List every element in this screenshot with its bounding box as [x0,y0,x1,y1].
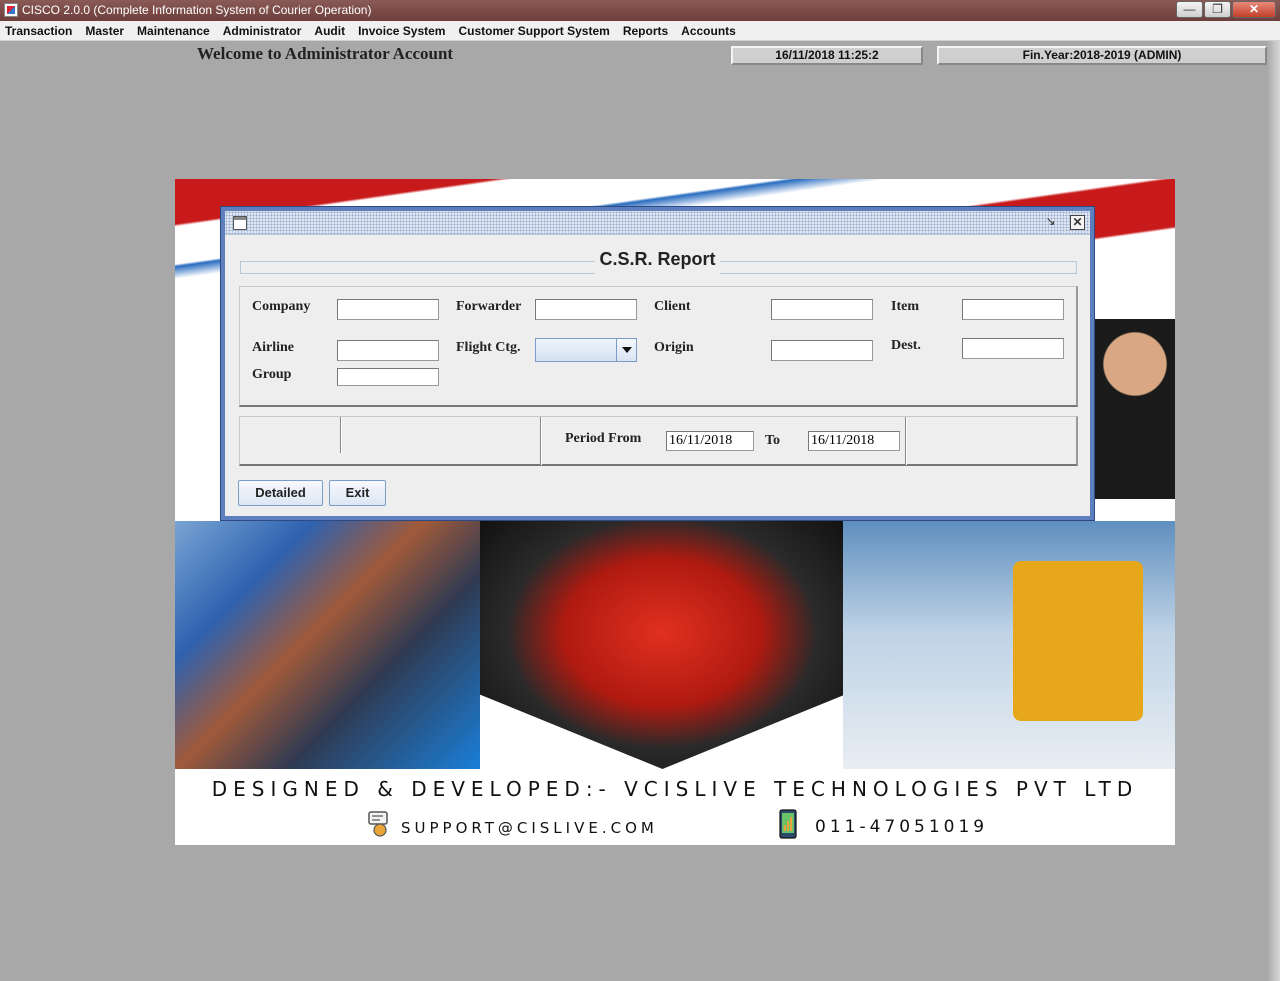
warehouse-image [843,521,1175,769]
airline-label: Airline [252,340,294,355]
port-image [175,521,480,769]
menu-administrator[interactable]: Administrator [223,24,302,38]
scrollbar-strip [1267,41,1280,981]
menu-maintenance[interactable]: Maintenance [137,24,210,38]
company-field[interactable] [337,299,439,320]
close-button[interactable]: ✕ [1232,1,1276,18]
period-divider [340,417,342,453]
fin-year-display: Fin.Year:2018-2019 (ADMIN) [937,46,1267,65]
period-from-label: Period From [565,431,642,446]
chevron-down-icon[interactable] [616,339,636,361]
item-field[interactable] [962,299,1064,320]
minimize-button[interactable]: — [1176,1,1203,18]
filter-panel: Company Forwarder Client Item Airline Fl… [239,286,1078,407]
dialog-title-bar[interactable]: ↘ ✕ [225,211,1090,235]
item-label: Item [891,299,919,314]
forklift-image [1013,561,1143,721]
developer-credit: DESIGNED & DEVELOPED:- VCISLIVE TECHNOLO… [211,777,1139,801]
menu-invoice-system[interactable]: Invoice System [358,24,445,38]
window-title-bar: CISCO 2.0.0 (Complete Information System… [0,0,1280,21]
exit-button[interactable]: Exit [329,480,386,506]
airline-field[interactable] [337,340,439,361]
maximize-button[interactable]: ❐ [1204,1,1231,18]
window-title: CISCO 2.0.0 (Complete Information System… [22,3,372,17]
detailed-button[interactable]: Detailed [238,480,323,506]
menu-reports[interactable]: Reports [623,24,668,38]
email-icon [368,811,388,837]
dialog-close-icon[interactable]: ✕ [1070,215,1085,230]
close-icon: ✕ [1248,2,1260,16]
forwarder-label: Forwarder [456,299,522,314]
report-title: C.S.R. Report [599,249,716,269]
origin-label: Origin [654,340,694,355]
app-icon [4,3,18,17]
support-phone: 011-47051019 [815,817,989,837]
menu-accounts[interactable]: Accounts [681,24,736,38]
courier-person-image [1095,319,1175,499]
menu-customer-support-system[interactable]: Customer Support System [458,24,609,38]
menu-master[interactable]: Master [85,24,124,38]
to-label: To [765,433,781,448]
period-panel: Period From To [239,416,1078,466]
welcome-message: Welcome to Administrator Account [197,44,454,63]
menu-audit[interactable]: Audit [314,24,345,38]
menu-bar: Transaction Master Maintenance Administr… [0,21,1280,41]
period-divider [905,417,907,465]
support-email: SUPPORT@CISLIVE.COM [401,819,658,837]
frame-icon [233,216,247,230]
phone-icon [779,809,797,839]
dest-field[interactable] [962,338,1064,359]
dest-label: Dest. [891,338,921,353]
client-field[interactable] [771,299,873,320]
minimize-icon: — [1183,2,1196,16]
banner-image-collage [175,521,1175,769]
flight-ctg-select[interactable] [535,338,637,362]
origin-field[interactable] [771,340,873,361]
period-divider [540,417,542,465]
maximize-icon: ❐ [1212,2,1223,16]
group-label: Group [252,367,292,382]
restore-icon[interactable]: ↘ [1043,215,1058,230]
truck-image [480,521,845,769]
to-date-field[interactable] [808,431,900,451]
datetime-display: 16/11/2018 11:25:2 [731,46,923,65]
csr-report-dialog: ↘ ✕ C.S.R. Report Company Forwarder Clie… [221,207,1094,520]
forwarder-field[interactable] [535,299,637,320]
client-label: Client [654,299,691,314]
from-date-field[interactable] [666,431,754,451]
menu-transaction[interactable]: Transaction [5,24,72,38]
group-field[interactable] [337,368,439,386]
company-label: Company [252,299,311,314]
flight-ctg-label: Flight Ctg. [456,340,521,355]
